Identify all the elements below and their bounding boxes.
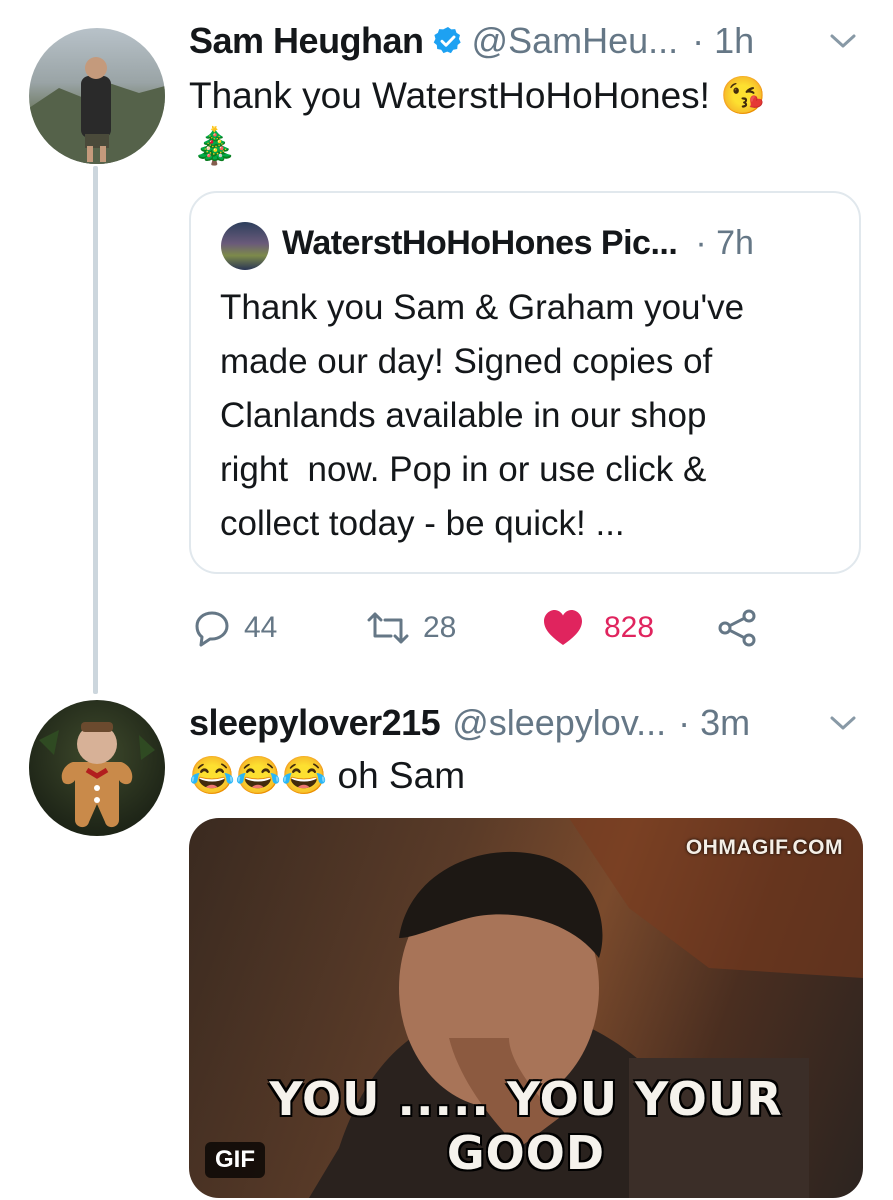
reply-button[interactable]: 44 — [192, 608, 277, 648]
chevron-down-icon[interactable] — [828, 30, 858, 57]
tweet-text-content: oh Sam — [337, 755, 466, 796]
author-handle[interactable]: @sleepylov... — [452, 702, 666, 744]
thread-connector-line — [93, 166, 98, 694]
retweet-count: 28 — [423, 611, 457, 644]
quoted-text-line: collect today - be quick! ... — [220, 504, 625, 543]
tweet-text: Thank you WaterstHoHoHones! 😘 — [189, 72, 766, 120]
chevron-down-icon[interactable] — [828, 712, 858, 739]
quoted-avatar — [221, 222, 269, 270]
avatar-photo — [29, 57, 165, 164]
quoted-text-line: Clanlands available in our shop — [220, 396, 707, 435]
gif-badge: GIF — [205, 1142, 265, 1178]
quoted-author-name: WaterstHoHoHones Pic... — [282, 224, 678, 262]
tweet-text: 😂😂😂 oh Sam — [189, 752, 465, 800]
reply-count: 44 — [244, 611, 278, 644]
quoted-header: WaterstHoHoHones Pic... · 7h — [282, 224, 754, 263]
quoted-timestamp: · 7h — [695, 224, 754, 262]
quoted-text-line: made our day! Signed copies of — [220, 342, 713, 381]
christmas-tree-emoji: 🎄 — [192, 125, 237, 166]
quoted-text-line: right now. Pop in or use click & — [220, 450, 707, 489]
avatar[interactable] — [29, 700, 165, 836]
kissing-face-emoji: 😘 — [720, 75, 767, 116]
heart-icon — [542, 608, 584, 648]
tweet-header: Sam Heughan @SamHeu... · 1h — [189, 20, 754, 62]
tweet-timestamp[interactable]: · 1h — [692, 20, 754, 62]
retweet-button[interactable]: 28 — [365, 608, 456, 648]
like-count: 828 — [604, 611, 655, 644]
gif-media[interactable]: OHMAGIF.COM YOU ..... YOU YOUR GOOD GIF — [189, 818, 863, 1198]
tweet-text-content: Thank you WaterstHoHoHones! — [189, 75, 710, 116]
verified-badge-icon — [432, 25, 464, 57]
quoted-text-line: Thank you Sam & Graham you've — [220, 288, 745, 327]
share-button[interactable] — [716, 608, 758, 648]
reply-icon — [192, 608, 232, 648]
tweet-header: sleepylover215 @sleepylov... · 3m — [189, 702, 750, 744]
author-name[interactable]: sleepylover215 — [189, 702, 441, 744]
gif-watermark: OHMAGIF.COM — [685, 836, 843, 859]
like-button[interactable]: 828 — [542, 608, 654, 648]
avatar[interactable] — [29, 28, 165, 164]
author-name[interactable]: Sam Heughan — [189, 20, 424, 62]
tweet-timestamp[interactable]: · 3m — [678, 702, 750, 744]
retweet-icon — [365, 608, 411, 648]
share-icon — [716, 608, 758, 648]
gif-caption: YOU ..... YOU YOUR GOOD — [269, 1072, 783, 1180]
avatar-photo — [39, 722, 155, 828]
tears-of-joy-emoji: 😂😂😂 — [189, 755, 328, 796]
author-handle[interactable]: @SamHeu... — [472, 20, 679, 62]
quoted-tweet-text: Thank you Sam & Graham you've made our d… — [220, 281, 840, 551]
